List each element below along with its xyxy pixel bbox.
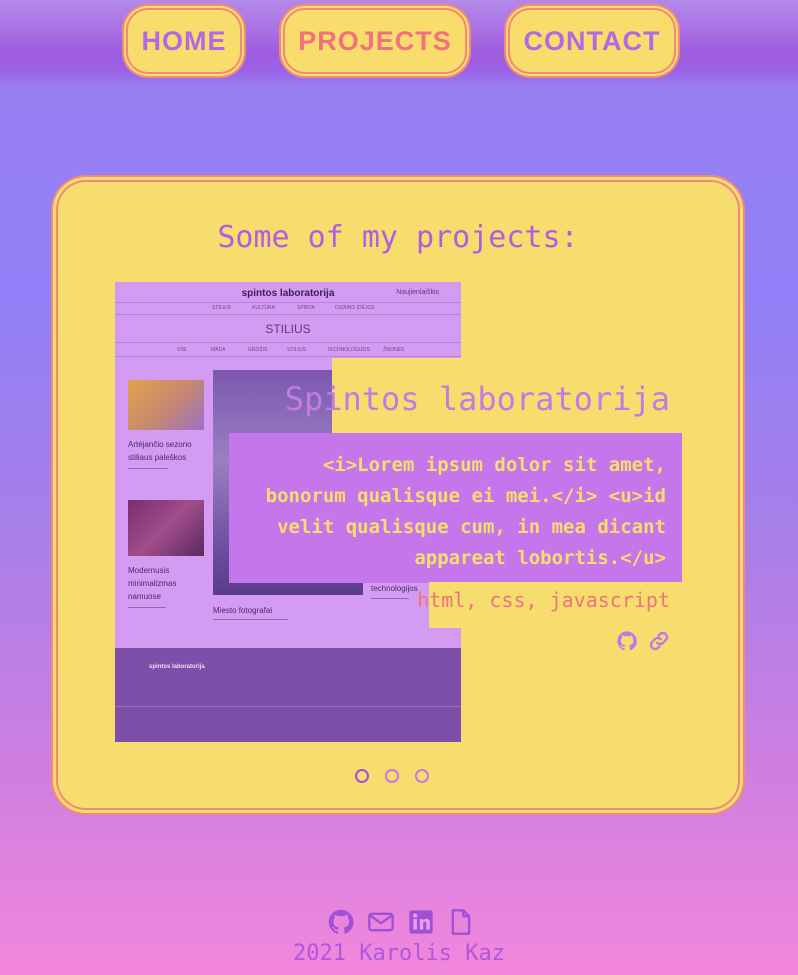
screenshot-footer: spintos laboratorija bbox=[115, 648, 461, 742]
screenshot-divider bbox=[115, 314, 461, 315]
screenshot-article-title: Modernusis minimalizmas namuose bbox=[128, 566, 177, 601]
screenshot-article-title: Artėjančio sezono stiliaus paleškos bbox=[128, 440, 192, 462]
screenshot-divider bbox=[115, 356, 461, 357]
screenshot-article-title: Miesto fotografai bbox=[213, 606, 273, 615]
top-nav: HOME PROJECTS CONTACT bbox=[0, 0, 798, 88]
screenshot-photo-fashion bbox=[128, 380, 204, 430]
project-title: Spintos laboratorija bbox=[284, 380, 670, 418]
carousel-dot-1[interactable] bbox=[355, 769, 369, 783]
screenshot-menu-item: STILIUS bbox=[212, 305, 231, 311]
nav-projects-button[interactable]: PROJECTS bbox=[283, 8, 467, 74]
screenshot-submenu-item: GROŽIS bbox=[248, 347, 268, 353]
projects-heading: Some of my projects: bbox=[217, 220, 579, 255]
projects-card: Some of my projects: spintos laboratorij… bbox=[56, 180, 740, 810]
screenshot-photo-wall bbox=[128, 500, 204, 556]
screenshot-underline bbox=[128, 468, 168, 469]
screenshot-submenu-item: MADA bbox=[211, 347, 226, 353]
carousel-dot-3[interactable] bbox=[415, 769, 429, 783]
screenshot-submenu-item: VISI bbox=[177, 347, 187, 353]
screenshot-divider bbox=[115, 342, 461, 343]
screenshot-newsletter: Naujienlaiškis bbox=[396, 289, 439, 296]
carousel-dots bbox=[355, 769, 429, 783]
footer-icons bbox=[327, 908, 475, 936]
copyright: 2021 Karolis Kaz bbox=[293, 941, 505, 966]
screenshot-divider bbox=[115, 302, 461, 303]
screenshot-underline bbox=[128, 607, 166, 608]
screenshot-footer-divider bbox=[115, 706, 461, 707]
screenshot-submenu-item: STILIUS bbox=[287, 347, 306, 353]
file-icon[interactable] bbox=[447, 908, 475, 936]
linkedin-icon[interactable] bbox=[407, 908, 435, 936]
screenshot-menu-item: SPINTA bbox=[297, 305, 315, 311]
nav-contact-button[interactable]: CONTACT bbox=[508, 8, 676, 74]
project-tech: html, css, javascript bbox=[417, 588, 670, 612]
screenshot-section-title: STILIUS bbox=[265, 322, 311, 336]
screenshot-underline bbox=[371, 598, 409, 599]
link-icon[interactable] bbox=[648, 630, 670, 652]
nav-home-button[interactable]: HOME bbox=[126, 8, 242, 74]
github-icon[interactable] bbox=[327, 908, 355, 936]
screenshot-submenu-item: TECHNOLOGIJOS bbox=[327, 347, 370, 353]
github-icon[interactable] bbox=[616, 630, 638, 652]
screenshot-menu-item: KULTŪRA bbox=[252, 305, 275, 311]
screenshot-footer-brand: spintos laboratorija bbox=[149, 664, 205, 670]
screenshot-submenu-item: ŽMONĖS bbox=[383, 347, 405, 353]
screenshot-underline bbox=[213, 619, 288, 620]
screenshot-menu-item: DIZAINO IDĖJOS bbox=[335, 305, 375, 311]
project-links bbox=[616, 630, 670, 652]
carousel-dot-2[interactable] bbox=[385, 769, 399, 783]
mail-icon[interactable] bbox=[367, 908, 395, 936]
project-description: <i>Lorem ipsum dolor sit amet, bonorum q… bbox=[265, 454, 666, 569]
